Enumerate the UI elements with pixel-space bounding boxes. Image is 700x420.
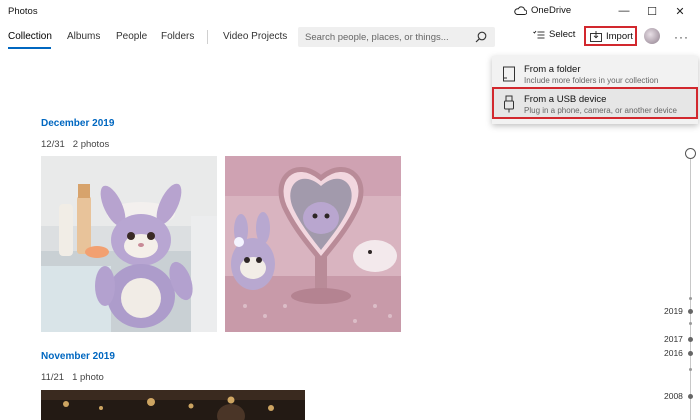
date-label: 12/31 xyxy=(41,139,65,150)
date-row: 11/21 1 photo xyxy=(41,372,104,383)
tab-people[interactable]: People xyxy=(116,31,147,42)
photo-thumbnail[interactable] xyxy=(225,156,401,332)
menu-item-subtitle: Include more folders in your collection xyxy=(524,76,659,85)
photo-count: 1 photo xyxy=(72,372,104,383)
timeline-year-dot[interactable] xyxy=(688,309,693,314)
timeline-year-label[interactable]: 2017 xyxy=(664,334,683,344)
tab-video-projects[interactable]: Video Projects xyxy=(223,31,287,42)
folder-icon xyxy=(503,66,515,82)
onedrive-status[interactable]: OneDrive xyxy=(514,5,571,16)
more-options-button[interactable]: ··· xyxy=(674,30,689,44)
cloud-icon xyxy=(514,6,527,15)
app-title: Photos xyxy=(8,6,38,17)
timeline-tick xyxy=(689,297,692,300)
timeline-year-dot[interactable] xyxy=(688,394,693,399)
menu-item-from-usb-device[interactable]: From a USB device Plug in a phone, camer… xyxy=(492,89,698,119)
timeline-track[interactable] xyxy=(690,154,691,420)
timeline-year-dot[interactable] xyxy=(688,351,693,356)
active-tab-indicator xyxy=(8,47,51,49)
night-lights-image xyxy=(41,390,305,420)
timeline-tick xyxy=(689,368,692,371)
timeline-year-label[interactable]: 2008 xyxy=(664,391,683,401)
date-label: 11/21 xyxy=(41,372,65,383)
search-icon[interactable] xyxy=(474,30,488,44)
tab-albums[interactable]: Albums xyxy=(67,31,100,42)
close-button[interactable]: ✕ xyxy=(666,0,694,22)
tab-folders[interactable]: Folders xyxy=(161,31,194,42)
usb-icon xyxy=(504,95,514,113)
timeline-year-label[interactable]: 2019 xyxy=(664,306,683,316)
maximize-button[interactable]: ☐ xyxy=(638,0,666,22)
timeline-tick xyxy=(689,322,692,325)
select-label: Select xyxy=(549,29,576,40)
nav-divider xyxy=(207,30,208,44)
menu-item-from-folder[interactable]: From a folder Include more folders in yo… xyxy=(492,59,698,89)
import-button[interactable]: Import xyxy=(584,26,637,46)
title-bar: Photos OneDrive — ☐ ✕ xyxy=(0,0,700,24)
menu-item-title: From a folder xyxy=(524,64,581,75)
import-icon xyxy=(590,30,602,42)
onedrive-label: OneDrive xyxy=(531,5,572,16)
timeline-year-label[interactable]: 2016 xyxy=(664,348,683,358)
tab-collection[interactable]: Collection xyxy=(8,31,52,42)
timeline-year-dot[interactable] xyxy=(688,337,693,342)
plush-bunny-mirror-image xyxy=(225,156,401,332)
avatar[interactable] xyxy=(644,28,660,44)
minimize-button[interactable]: — xyxy=(610,0,638,22)
photo-thumbnail[interactable] xyxy=(41,390,305,420)
month-heading: November 2019 xyxy=(41,351,115,362)
search-input[interactable] xyxy=(305,30,470,44)
photo-thumbnail[interactable] xyxy=(41,156,217,332)
import-dropdown-menu: From a folder Include more folders in yo… xyxy=(492,56,698,124)
select-list-icon xyxy=(533,30,545,38)
menu-item-title: From a USB device xyxy=(524,94,607,105)
plush-bunny-bath-image xyxy=(41,156,217,332)
import-label: Import xyxy=(606,30,633,42)
photo-count: 2 photos xyxy=(72,139,110,150)
select-button[interactable]: Select xyxy=(533,29,575,40)
date-row: 12/31 2 photos xyxy=(41,139,109,150)
month-heading: December 2019 xyxy=(41,118,115,129)
menu-item-subtitle: Plug in a phone, camera, or another devi… xyxy=(524,106,677,115)
timeline-handle[interactable] xyxy=(685,148,696,159)
search-box[interactable] xyxy=(298,27,495,47)
